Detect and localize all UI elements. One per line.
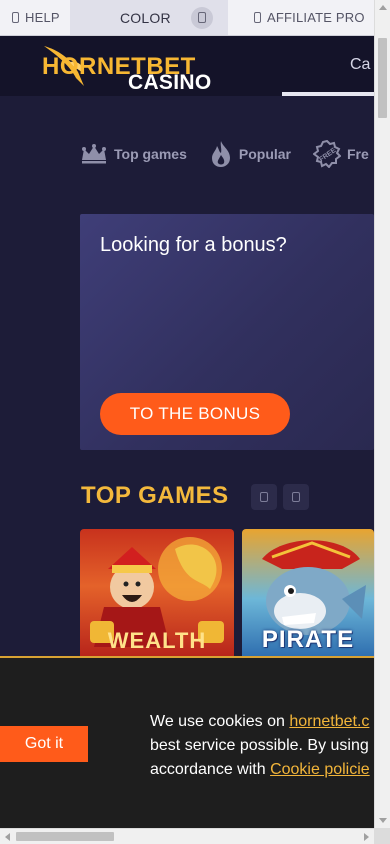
cookie-line-1: We use cookies on hornetbet.c [150,710,374,734]
svg-text:FREE: FREE [318,147,338,164]
theme-toggle-icon[interactable] [190,6,213,29]
game-card[interactable]: PIRATE [242,529,374,656]
category-tabs: Top games Popular FREE Fre [80,140,369,168]
flame-icon [211,141,230,167]
bonus-title: Looking for a bonus? [100,234,287,256]
logo-subtext: CASINO [128,71,212,94]
site-header: HORNETBET CASINO Ca [0,36,374,96]
help-link[interactable]: HELP [0,0,70,35]
free-badge-icon: FREE [313,140,341,168]
to-the-bonus-button[interactable]: TO THE BONUS [100,393,290,435]
affiliate-label: AFFILIATE PRO [267,10,365,25]
bonus-banner: Looking for a bonus? TO THE BONUS [80,214,374,450]
scrollbar-corner [374,828,390,844]
game-card-title: WEALTH [107,628,207,653]
scroll-up-arrow-icon[interactable] [379,5,387,10]
help-label: HELP [25,10,60,25]
top-games-title: TOP GAMES [81,482,229,509]
carousel-prev-button[interactable] [251,484,277,510]
got-it-button[interactable]: Got it [0,726,88,762]
cookie-line-3: accordance with Cookie policie [150,758,374,782]
site-link[interactable]: hornetbet.c [289,713,369,730]
carousel-next-button[interactable] [283,484,309,510]
horizontal-scrollbar[interactable] [0,828,374,844]
tab-label: Popular [238,146,291,162]
cookie-text-prefix: We use cookies on [150,713,290,730]
phone-icon [12,12,19,23]
cookie-message: We use cookies on hornetbet.c best servi… [150,710,374,782]
horizontal-scroll-thumb[interactable] [16,832,114,841]
affiliate-link[interactable]: AFFILIATE PRO [228,0,374,35]
next-icon [292,492,300,502]
scroll-down-arrow-icon[interactable] [379,818,387,823]
color-toggle[interactable]: COLOR [70,0,228,35]
cookie-text-prefix: accordance with [150,761,271,778]
vertical-scrollbar[interactable] [374,0,390,828]
tab-free[interactable]: FREE Fre [313,140,369,168]
main-content: Top games Popular FREE Fre Looking for a… [0,96,374,656]
color-label: COLOR [120,9,171,26]
nav-item-casino[interactable]: Ca [350,56,370,74]
crown-icon [82,144,106,164]
logo[interactable]: HORNETBET CASINO [40,40,230,94]
game-card-title: PIRATE [261,626,355,653]
tab-popular[interactable]: Popular [209,140,291,168]
game-card[interactable]: WEALTH [80,529,234,656]
cookie-line-2: best service possible. By using [150,737,369,754]
scroll-left-arrow-icon[interactable] [5,833,10,841]
tab-top-games[interactable]: Top games [80,140,187,168]
prev-icon [260,492,268,502]
utility-bar: HELP COLOR AFFILIATE PRO [0,0,374,36]
phone-icon [254,12,261,23]
tab-label: Fre [347,146,369,162]
scroll-right-arrow-icon[interactable] [364,833,369,841]
cookie-policy-link[interactable]: Cookie policie [270,761,370,778]
vertical-scroll-thumb[interactable] [378,38,387,118]
cookie-banner: Got it We use cookies on hornetbet.c bes… [0,656,374,828]
tab-label: Top games [114,146,187,162]
